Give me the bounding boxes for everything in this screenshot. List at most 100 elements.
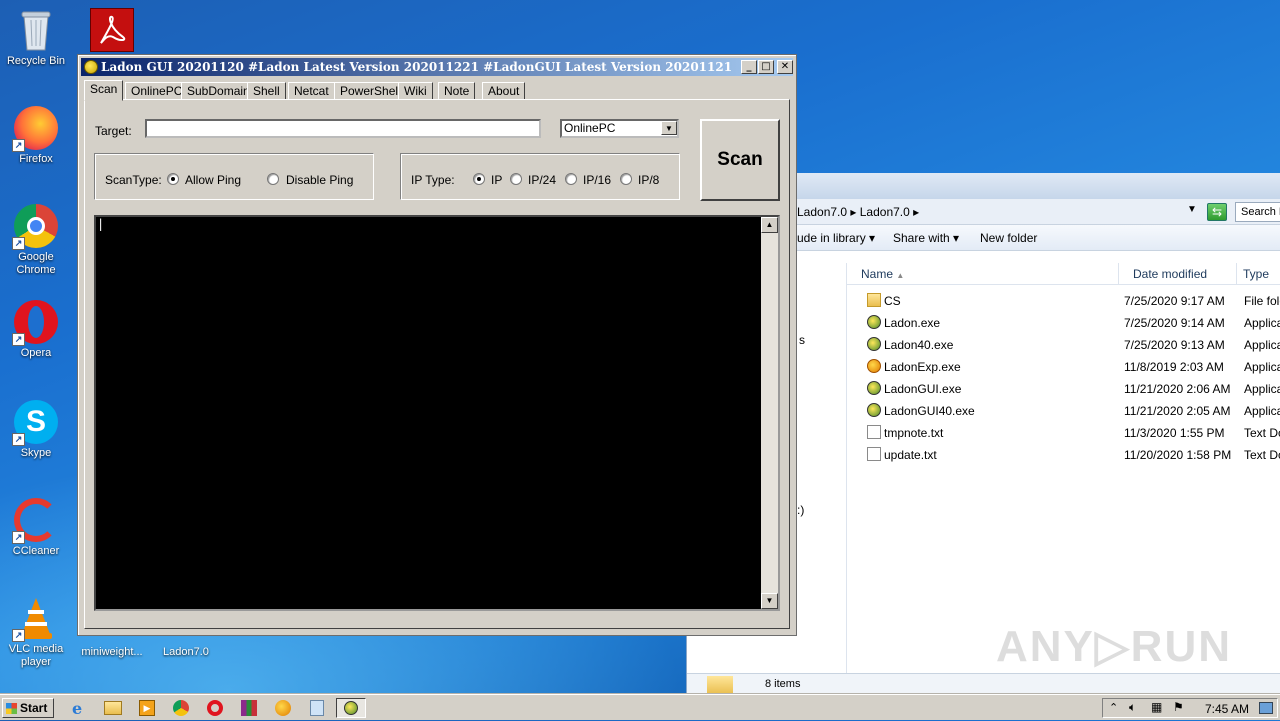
desktop-icon-miniweight[interactable]: miniweight... — [74, 646, 150, 659]
ladonexp-taskbar-icon[interactable] — [272, 698, 294, 718]
ip-radio[interactable] — [473, 173, 485, 185]
folder-icon — [707, 676, 733, 694]
file-type: File fold — [1244, 294, 1280, 308]
iptype-label: IP Type: — [411, 173, 455, 187]
notepad-taskbar-icon[interactable] — [306, 698, 328, 718]
file-row[interactable]: tmpnote.txt 11/3/2020 1:55 PM Text Do — [847, 422, 1280, 444]
include-in-library-button[interactable]: ude in library ▾ — [797, 231, 875, 245]
mode-select[interactable]: OnlinePC ▼ — [560, 119, 679, 138]
allow-ping-label[interactable]: Allow Ping — [185, 173, 241, 187]
skype-icon: S ↗ — [12, 400, 58, 446]
file-name: Ladon.exe — [884, 316, 941, 330]
file-row[interactable]: Ladon40.exe 7/25/2020 9:13 AM Applicat — [847, 334, 1280, 356]
new-folder-button[interactable]: New folder — [980, 231, 1037, 245]
close-button[interactable]: ✕ — [777, 60, 793, 74]
tab-subdomain[interactable]: SubDomain — [181, 82, 256, 100]
tab-scan[interactable]: Scan — [84, 80, 124, 101]
shortcut-arrow-icon: ↗ — [12, 139, 25, 152]
explorer-column-header: Name ▲ Date modified Type — [847, 263, 1280, 285]
desktop-icon-chrome[interactable]: ↗ Google Chrome — [0, 204, 72, 277]
file-row[interactable]: Ladon.exe 7/25/2020 9:14 AM Applicat — [847, 312, 1280, 334]
column-date-modified[interactable]: Date modified — [1119, 263, 1237, 285]
desktop-icon-ccleaner[interactable]: ↗ CCleaner — [0, 498, 72, 558]
nav-item-fragment[interactable]: s — [799, 333, 805, 347]
firefox-icon: ↗ — [12, 106, 58, 152]
file-date: 11/20/2020 1:58 PM — [1124, 448, 1232, 462]
action-center-flag-icon[interactable]: ⚑ — [1173, 700, 1184, 714]
ladon-window[interactable]: Ladon GUI 20201120 #Ladon Latest Version… — [77, 54, 797, 636]
ip8-radio[interactable] — [620, 173, 632, 185]
disable-ping-radio[interactable] — [267, 173, 279, 185]
share-with-button[interactable]: Share with ▾ — [893, 231, 959, 245]
clock[interactable]: 7:45 AM — [1205, 699, 1249, 719]
media-player-taskbar-icon[interactable]: ▶ — [136, 698, 158, 718]
ip8-label[interactable]: IP/8 — [638, 173, 659, 187]
disable-ping-label[interactable]: Disable Ping — [286, 173, 353, 187]
show-desktop-icon[interactable] — [1259, 702, 1273, 714]
desktop-icon-ladon-folder[interactable]: Ladon7.0 — [150, 646, 222, 659]
start-button[interactable]: Start — [2, 698, 54, 718]
file-type: Applicat — [1244, 382, 1280, 396]
explorer-search-input[interactable]: Search L — [1235, 202, 1280, 222]
desktop-icon-recycle-bin[interactable]: Recycle Bin — [0, 8, 72, 68]
opera-taskbar-icon[interactable] — [204, 698, 226, 718]
column-type[interactable]: Type — [1237, 263, 1280, 285]
output-console[interactable]: | ▲ ▼ — [94, 215, 780, 611]
chrome-taskbar-icon[interactable] — [170, 698, 192, 718]
tab-shell[interactable]: Shell — [247, 82, 286, 100]
ip24-radio[interactable] — [510, 173, 522, 185]
file-row[interactable]: CS 7/25/2020 9:17 AM File fold — [847, 290, 1280, 312]
ladon-exe-icon — [867, 337, 881, 351]
minimize-button[interactable]: _ — [741, 60, 757, 74]
shortcut-arrow-icon: ↗ — [12, 237, 25, 250]
file-row[interactable]: LadonGUI.exe 11/21/2020 2:06 AM Applicat — [847, 378, 1280, 400]
show-hidden-icons-button[interactable]: ⌃ — [1109, 701, 1118, 714]
explorer-taskbar-icon[interactable] — [102, 698, 124, 718]
desktop-icon-vlc[interactable]: ↗ VLC media player — [0, 596, 72, 669]
explorer-breadcrumb[interactable]: Ladon7.0 ▸ Ladon7.0 ▸ — [797, 205, 919, 219]
ip16-label[interactable]: IP/16 — [583, 173, 611, 187]
ladon-taskbar-button[interactable] — [336, 698, 366, 718]
file-date: 11/8/2019 2:03 AM — [1124, 360, 1224, 374]
column-name[interactable]: Name ▲ — [847, 263, 1119, 285]
chevron-down-icon[interactable]: ▼ — [661, 121, 677, 135]
desktop-icon-opera[interactable]: ↗ Opera — [0, 300, 72, 360]
mode-select-value: OnlinePC — [564, 121, 616, 135]
ip16-radio[interactable] — [565, 173, 577, 185]
ip-label[interactable]: IP — [491, 173, 502, 187]
console-text: | — [97, 217, 105, 231]
tab-note[interactable]: Note — [438, 82, 476, 100]
console-scrollbar[interactable]: ▲ ▼ — [761, 217, 778, 609]
desktop-icon-acrobat[interactable] — [90, 8, 134, 55]
scroll-up-button[interactable]: ▲ — [761, 217, 778, 233]
ie-taskbar-icon[interactable]: e — [68, 698, 90, 718]
target-input[interactable] — [145, 119, 541, 138]
file-row[interactable]: LadonExp.exe 11/8/2019 2:03 AM Applicat — [847, 356, 1280, 378]
scan-button[interactable]: Scan — [700, 119, 780, 201]
ladon-titlebar[interactable]: Ladon GUI 20201120 #Ladon Latest Version… — [81, 58, 793, 76]
volume-icon[interactable]: 🔈︎ — [1129, 700, 1136, 715]
shortcut-arrow-icon: ↗ — [12, 629, 25, 642]
winrar-taskbar-icon[interactable] — [238, 698, 260, 718]
ip24-label[interactable]: IP/24 — [528, 173, 556, 187]
desktop-icon-firefox[interactable]: ↗ Firefox — [0, 106, 72, 166]
scroll-down-button[interactable]: ▼ — [761, 593, 778, 609]
network-icon[interactable]: ▦ — [1151, 700, 1162, 714]
chrome-icon: ↗ — [12, 204, 58, 250]
desktop-icon-skype[interactable]: S ↗ Skype — [0, 400, 72, 460]
file-row[interactable]: update.txt 11/20/2020 1:58 PM Text Do — [847, 444, 1280, 466]
tab-about[interactable]: About — [482, 82, 526, 100]
tab-powershell[interactable]: PowerShell — [334, 82, 407, 100]
maximize-button[interactable]: □ — [758, 60, 774, 74]
file-row[interactable]: LadonGUI40.exe 11/21/2020 2:05 AM Applic… — [847, 400, 1280, 422]
allow-ping-radio[interactable] — [167, 173, 179, 185]
refresh-icon[interactable]: ⇆ — [1207, 203, 1227, 221]
file-type: Applicat — [1244, 404, 1280, 418]
tab-wiki[interactable]: Wiki — [398, 82, 433, 100]
nav-item-fragment[interactable]: :) — [797, 503, 804, 517]
chevron-down-icon[interactable]: ▼ — [1187, 204, 1197, 215]
tab-netcat[interactable]: Netcat — [288, 82, 335, 100]
file-name: LadonExp.exe — [884, 360, 961, 374]
file-type: Applicat — [1244, 316, 1280, 330]
tab-onlinepc[interactable]: OnlinePC — [125, 82, 189, 100]
